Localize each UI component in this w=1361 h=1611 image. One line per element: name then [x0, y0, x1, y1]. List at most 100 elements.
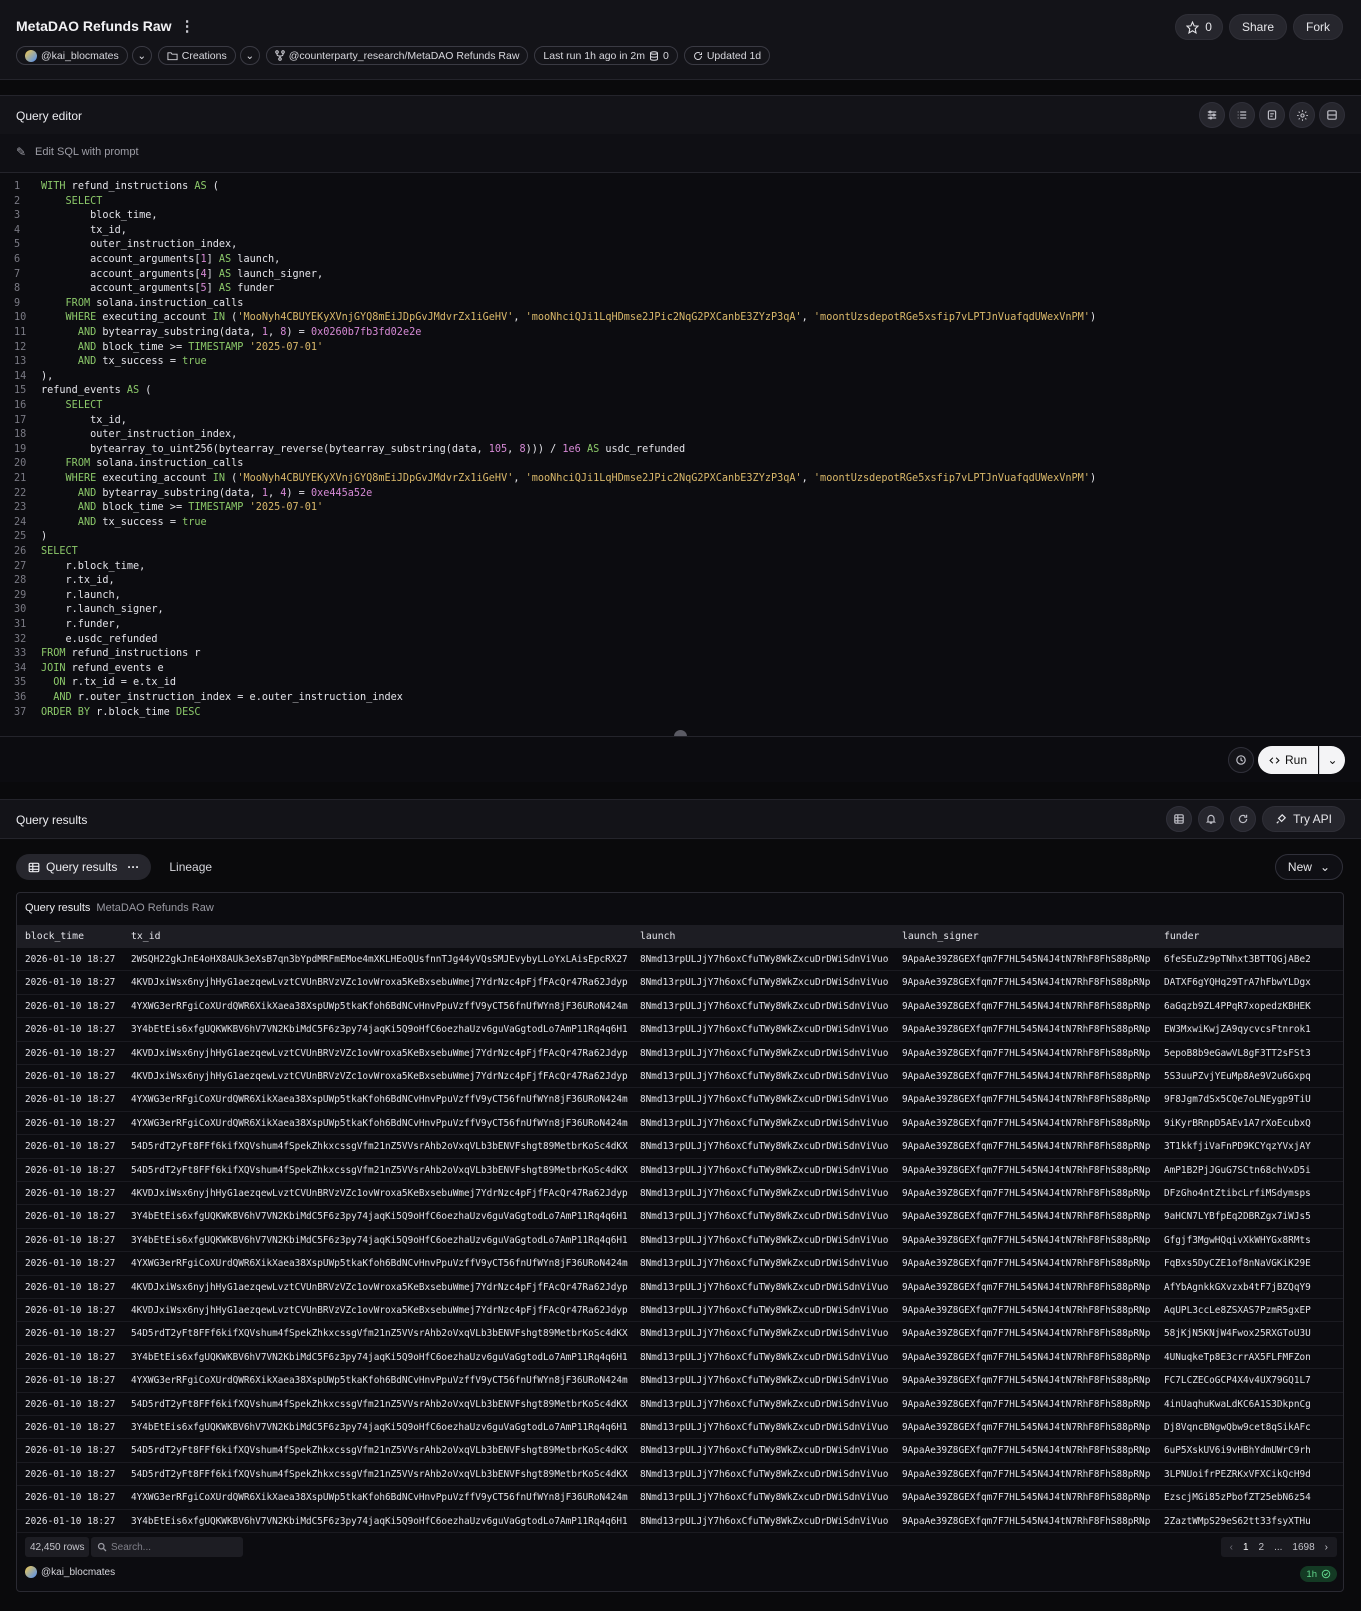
cell-funder: 2ZaztWMpS29eS62tt33fsyXTHu: [1164, 1515, 1311, 1527]
search-box[interactable]: Search...: [91, 1537, 243, 1557]
cell-tx_id: 4YXWG3erRFgiCoXUrdQWR6XikXaea38XspUWp5tk…: [131, 1117, 628, 1129]
snippet-button[interactable]: [1259, 102, 1285, 128]
page-last-button[interactable]: 1698: [1287, 1542, 1319, 1553]
code-text: block_time,: [41, 210, 158, 222]
table-row[interactable]: 2026-01-10 18:27 54D5rdT2yFt8FFf6kifXQVsh…: [17, 1159, 1343, 1182]
table-row[interactable]: 2026-01-10 18:27 4YXWG3erRFgiCoXUrdQWR6Xi…: [17, 1486, 1343, 1510]
table-row[interactable]: 2026-01-10 18:27 4YXWG3erRFgiCoXUrdQWR6Xi…: [17, 1088, 1343, 1112]
more-options-icon[interactable]: ⋮: [180, 17, 195, 35]
history-button[interactable]: [1228, 747, 1254, 773]
owner-pill[interactable]: @kai_blocmates: [16, 46, 128, 65]
refresh-results-button[interactable]: [1230, 806, 1257, 832]
table-row[interactable]: 2026-01-10 18:27 4KVDJxiWsx6nyjhHyG1aezqe…: [17, 971, 1343, 995]
code-text: outer_instruction_index,: [41, 429, 238, 441]
layout-button[interactable]: [1319, 102, 1345, 128]
line-number: 31: [14, 619, 27, 630]
code-text: SELECT: [65, 195, 103, 207]
line-number: 25: [14, 531, 27, 543]
cell-block_time: 2026-01-10 18:27: [25, 1328, 116, 1340]
tab-lineage[interactable]: Lineage: [159, 854, 222, 880]
star-button[interactable]: 0: [1175, 14, 1223, 40]
cell-block_time: 2026-01-10 18:27: [25, 1188, 116, 1199]
table-row[interactable]: 2026-01-10 18:27 54D5rdT2yFt8FFf6kifXQVsh…: [17, 1393, 1343, 1416]
page-title: MetaDAO Refunds Raw: [16, 18, 172, 34]
table-row[interactable]: 2026-01-10 18:27 2WSQH22gkJnE4oHX8AUk3eXs…: [17, 948, 1343, 972]
table-row[interactable]: 2026-01-10 18:27 3Y4bEtEis6xfgUQKWKBV6hV7…: [17, 1416, 1343, 1440]
table-view-button[interactable]: [1166, 806, 1193, 832]
line-number: 13: [14, 356, 27, 368]
code-text: AND tx_success = true: [77, 356, 207, 368]
table-row[interactable]: 2026-01-10 18:27 54D5rdT2yFt8FFf6kifXQVsh…: [17, 1135, 1343, 1159]
table-row[interactable]: 2026-01-10 18:27 4KVDJxiWsx6nyjhHyG1aezqe…: [17, 1042, 1343, 1065]
search-input[interactable]: Search...: [111, 1542, 151, 1553]
table-row[interactable]: 2026-01-10 18:27 4YXWG3erRFgiCoXUrdQWR6Xi…: [17, 1252, 1343, 1276]
code-text: account_arguments[1] AS launch,: [41, 254, 281, 265]
cell-launch_signer: 9ApaAe39Z8GEXfqm7F7HL545N4J4tN7RhF8FhS88…: [902, 1375, 1151, 1387]
collection-pill[interactable]: Creations: [157, 46, 236, 65]
column-header-launch_signer[interactable]: launch_signer: [902, 931, 979, 942]
sql-editor[interactable]: 1 WITH refund_instructions AS (2 SELECT 3 …: [0, 173, 1361, 736]
column-header-block_time[interactable]: block_time: [25, 931, 84, 942]
alert-button[interactable]: [1198, 806, 1225, 832]
prompt-input[interactable]: Edit SQL with prompt: [35, 146, 139, 158]
editor-settings-button[interactable]: [1289, 102, 1315, 128]
query-results-title: Query results: [16, 813, 88, 827]
header-actions: 0 Share Fork: [1175, 14, 1343, 40]
table-row[interactable]: 2026-01-10 18:27 4KVDJxiWsx6nyjhHyG1aezqe…: [17, 1182, 1343, 1206]
table-row[interactable]: 2026-01-10 18:27 3Y4bEtEis6xfgUQKWKBV6hV7…: [17, 1205, 1343, 1229]
column-header-tx_id[interactable]: tx_id: [131, 931, 161, 942]
cell-tx_id: 4KVDJxiWsx6nyjhHyG1aezqewLvztCVUnBRVzVZc…: [131, 1188, 628, 1199]
cell-tx_id: 4KVDJxiWsx6nyjhHyG1aezqewLvztCVUnBRVzVZc…: [131, 1047, 628, 1059]
format-button[interactable]: [1229, 102, 1255, 128]
code-text: tx_id,: [41, 224, 127, 236]
table-row[interactable]: 2026-01-10 18:27 54D5rdT2yFt8FFf6kifXQVsh…: [17, 1463, 1343, 1487]
table-row[interactable]: 2026-01-10 18:27 4YXWG3erRFgiCoXUrdQWR6Xi…: [17, 1369, 1343, 1393]
table-row[interactable]: 2026-01-10 18:27 54D5rdT2yFt8FFf6kifXQVsh…: [17, 1322, 1343, 1346]
table-row[interactable]: 2026-01-10 18:27 54D5rdT2yFt8FFf6kifXQVsh…: [17, 1439, 1343, 1463]
cell-launch: 8Nmd13rpULJjY7h6oxCfuTWy8WkZxcuDrDWiSdnV…: [640, 1188, 889, 1199]
collection-name: Creations: [181, 49, 227, 62]
cell-funder: 4inUaqhuKwaLdKC6A1S3DkpnCg: [1164, 1398, 1311, 1410]
table-row[interactable]: 2026-01-10 18:27 3Y4bEtEis6xfgUQKWKBV6hV7…: [17, 1510, 1343, 1533]
table-row[interactable]: 2026-01-10 18:27 4KVDJxiWsx6nyjhHyG1aezqe…: [17, 1065, 1343, 1089]
repo-path-pill[interactable]: @counterparty_research/MetaDAO Refunds R…: [265, 46, 529, 65]
results-owner[interactable]: @kai_blocmates: [25, 1566, 115, 1578]
page-1-button[interactable]: 1: [1238, 1542, 1254, 1553]
tab-query-results[interactable]: Query results ···: [16, 854, 152, 880]
run-options-dropdown[interactable]: ⌄: [1319, 746, 1345, 774]
table-row[interactable]: 2026-01-10 18:27 4KVDJxiWsx6nyjhHyG1aezqe…: [17, 1276, 1343, 1299]
cell-launch_signer: 9ApaAe39Z8GEXfqm7F7HL545N4J4tN7RhF8FhS88…: [902, 1351, 1151, 1363]
column-header-launch[interactable]: launch: [640, 931, 675, 942]
table-row[interactable]: 2026-01-10 18:27 3Y4bEtEis6xfgUQKWKBV6hV7…: [17, 1018, 1343, 1042]
cell-funder: 6aGqzb9ZL4PPqR7xopedzKBHEK: [1164, 1000, 1311, 1012]
new-visualization-button[interactable]: New ⌄: [1274, 854, 1343, 880]
table-row[interactable]: 2026-01-10 18:27 4YXWG3erRFgiCoXUrdQWR6Xi…: [17, 1112, 1343, 1136]
table-row[interactable]: 2026-01-10 18:27 3Y4bEtEis6xfgUQKWKBV6hV7…: [17, 1346, 1343, 1370]
table-row[interactable]: 2026-01-10 18:27 4KVDJxiWsx6nyjhHyG1aezqe…: [17, 1299, 1343, 1323]
chevron-down-icon: ⌄: [245, 49, 255, 62]
table-row[interactable]: 2026-01-10 18:27 4YXWG3erRFgiCoXUrdQWR6Xi…: [17, 995, 1343, 1019]
share-button[interactable]: Share: [1228, 14, 1287, 40]
next-page-button[interactable]: ›: [1320, 1542, 1333, 1553]
layout-icon: [1327, 110, 1337, 120]
column-header-funder[interactable]: funder: [1164, 931, 1199, 942]
settings-sliders-button[interactable]: [1199, 102, 1225, 128]
fork-button[interactable]: Fork: [1293, 14, 1343, 40]
tab-query-results-label: Query results: [46, 860, 118, 874]
table-row[interactable]: 2026-01-10 18:27 3Y4bEtEis6xfgUQKWKBV6hV7…: [17, 1229, 1343, 1253]
prev-page-button[interactable]: ‹: [1225, 1542, 1238, 1553]
try-api-button[interactable]: Try API: [1262, 806, 1345, 832]
cell-funder: 3T1kkfjiVaFnPD9KCYqzYVxjAY: [1164, 1141, 1311, 1153]
run-button[interactable]: Run: [1258, 746, 1318, 774]
cell-funder: DFzGho4ntZtibcLrfiMSdymsps: [1164, 1188, 1311, 1199]
owner-dropdown[interactable]: ⌄: [131, 46, 152, 65]
more-horizontal-icon[interactable]: ···: [127, 860, 139, 874]
edit-with-prompt-bar[interactable]: ✎ Edit SQL with prompt: [0, 134, 1361, 173]
last-run-pill: Last run 1h ago in 2m 0: [534, 46, 678, 65]
page-2-button[interactable]: 2: [1254, 1542, 1270, 1553]
cell-launch: 8Nmd13rpULJjY7h6oxCfuTWy8WkZxcuDrDWiSdnV…: [640, 1492, 889, 1504]
code-text: r.block_time,: [41, 560, 146, 572]
cell-tx_id: 54D5rdT2yFt8FFf6kifXQVshum4fSpekZhkxcssg…: [131, 1445, 628, 1457]
cell-launch_signer: 9ApaAe39Z8GEXfqm7F7HL545N4J4tN7RhF8FhS88…: [902, 1305, 1151, 1316]
collection-dropdown[interactable]: ⌄: [239, 46, 260, 65]
